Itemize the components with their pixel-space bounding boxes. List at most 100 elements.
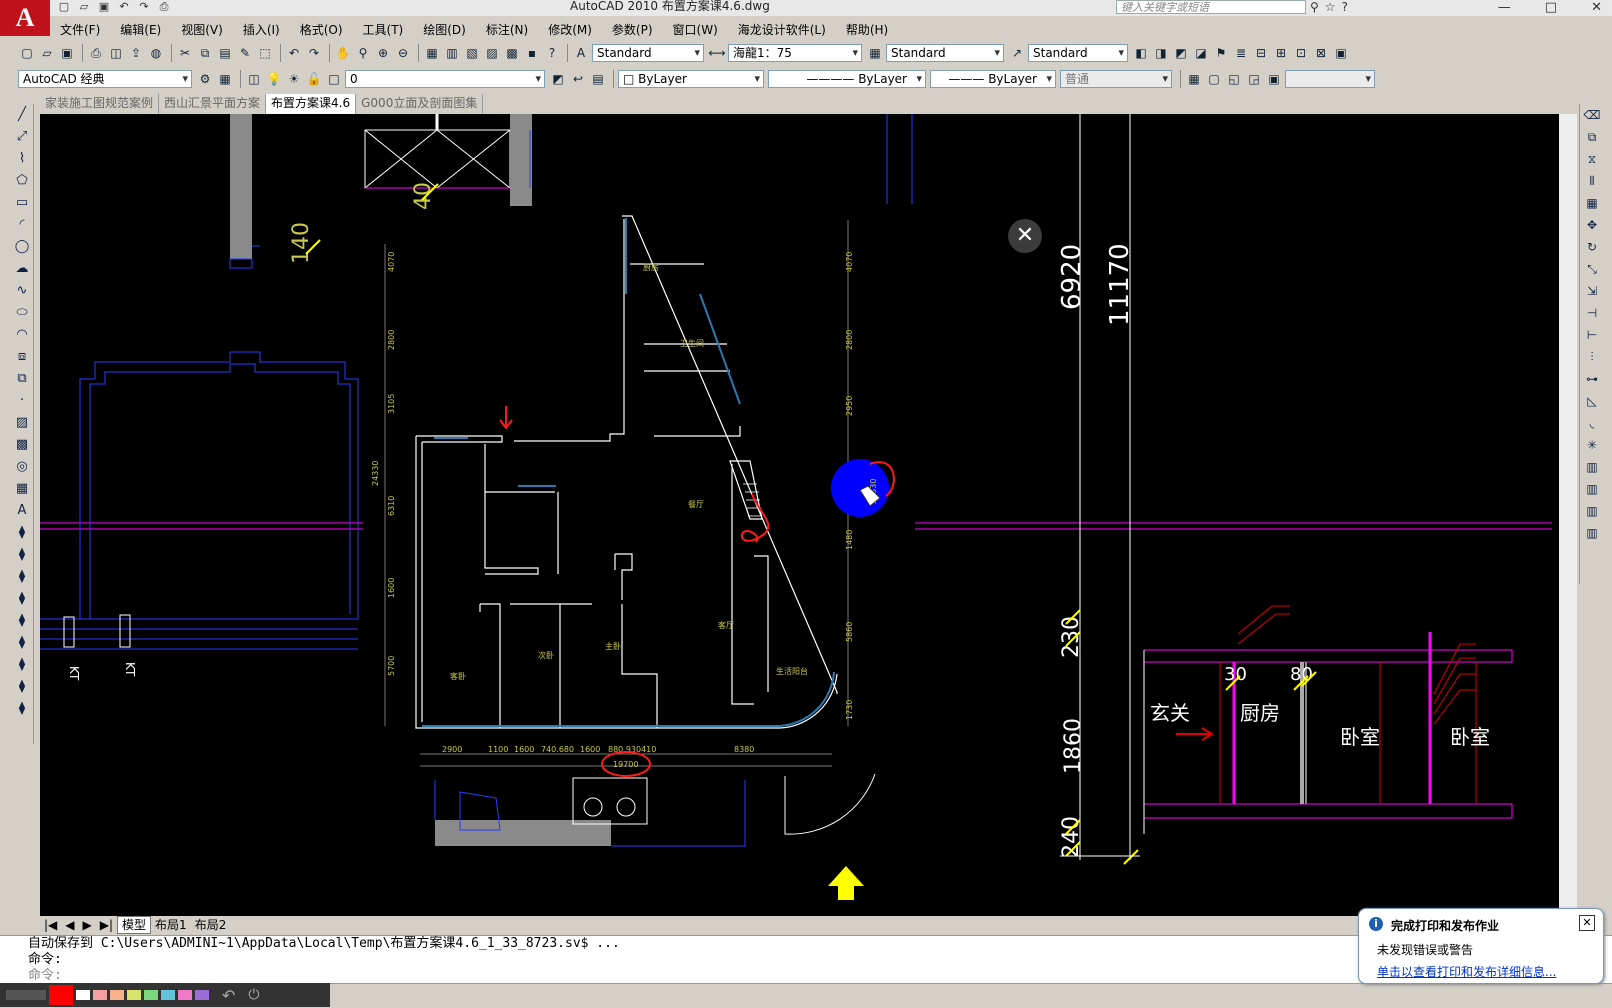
make-block-icon[interactable]: ⧉ (11, 368, 33, 390)
help-icon[interactable]: ? (543, 44, 561, 62)
layer-manager-icon[interactable]: ◫ (245, 70, 263, 88)
match-properties-icon[interactable]: ✎ (236, 44, 254, 62)
color-swatch[interactable] (161, 990, 175, 1000)
table-icon[interactable]: ▦ (11, 478, 33, 500)
menu-hailong[interactable]: 海龙设计软件(L) (728, 20, 836, 40)
insert-block-icon[interactable]: ⧈ (11, 346, 33, 368)
hatch-icon[interactable]: ▨ (11, 412, 33, 434)
table-style-select[interactable]: Standard (886, 44, 1004, 62)
3dprint-icon[interactable]: ◍ (147, 44, 165, 62)
layer-tool-icon[interactable]: ⧫ (11, 610, 33, 632)
notification-close-icon[interactable]: ✕ (1579, 915, 1595, 931)
zoom-window-icon[interactable]: ⊕ (374, 44, 392, 62)
doc-tab-4[interactable]: G000立面及剖面图集 (356, 94, 484, 114)
view-tool-icon[interactable]: ◱ (1225, 70, 1243, 88)
layer-tool-icon[interactable]: ⧫ (11, 544, 33, 566)
trim-icon[interactable]: ⊣ (1580, 302, 1604, 324)
gradient-icon[interactable]: ▩ (11, 434, 33, 456)
move-icon[interactable]: ✥ (1580, 214, 1604, 236)
menu-format[interactable]: 格式(O) (290, 20, 353, 40)
layer-state-icon[interactable]: ▤ (589, 70, 607, 88)
color-select[interactable]: □ ByLayer (618, 70, 764, 88)
mtext-icon[interactable]: A (11, 500, 33, 522)
close-window-icon[interactable]: ✕ (1591, 0, 1602, 15)
layer-tool-icon[interactable]: ▣ (1332, 44, 1350, 62)
color-swatch[interactable] (195, 990, 209, 1000)
layer-tool-icon[interactable]: ⧫ (11, 632, 33, 654)
block-editor-icon[interactable]: ⬚ (256, 44, 274, 62)
layer-tool-icon[interactable]: ⧫ (11, 522, 33, 544)
layer-tool-icon[interactable]: ▥ (1580, 456, 1604, 478)
menu-tools[interactable]: 工具(T) (353, 20, 414, 40)
binoculars-icon[interactable]: ⚲ (1310, 0, 1319, 14)
layer-tool-icon[interactable]: ◩ (1172, 44, 1190, 62)
help-icon[interactable]: ? (1342, 0, 1348, 14)
print-icon[interactable]: ⎙ (156, 0, 172, 14)
workspace-settings-icon[interactable]: ▦ (216, 70, 234, 88)
cut-icon[interactable]: ✂ (176, 44, 194, 62)
undo-icon[interactable]: ↶ (116, 0, 132, 14)
break-icon[interactable]: ⫶ (1580, 346, 1604, 368)
print-icon[interactable]: ⎙ (87, 44, 105, 62)
drawing-canvas[interactable]: KT KT 140 40 厨房 卫生间 餐厅 客厅 生活阳台 客卧 次卧 主卧 … (40, 114, 1559, 916)
save-icon[interactable]: ▣ (58, 44, 76, 62)
layer-tool-icon[interactable]: ⊞ (1272, 44, 1290, 62)
make-current-icon[interactable]: ◩ (549, 70, 567, 88)
text-style-select[interactable]: Standard (592, 44, 704, 62)
layer-tool-icon[interactable]: ▥ (1580, 478, 1604, 500)
rotate-icon[interactable]: ↻ (1580, 236, 1604, 258)
open-icon[interactable]: ▱ (76, 0, 92, 14)
doc-tab-2[interactable]: 西山汇景平面方案 (159, 94, 267, 114)
redo-icon[interactable]: ↷ (305, 44, 323, 62)
tool-palettes-icon[interactable]: ▧ (463, 44, 481, 62)
pan-icon[interactable]: ✋ (334, 44, 352, 62)
color-swatch[interactable] (127, 990, 141, 1000)
line-icon[interactable]: ╱ (11, 104, 33, 126)
menu-insert[interactable]: 插入(I) (233, 20, 290, 40)
rectangle-icon[interactable]: ▭ (11, 192, 33, 214)
design-center-icon[interactable]: ▥ (443, 44, 461, 62)
markup-icon[interactable]: ▩ (503, 44, 521, 62)
open-icon[interactable]: ▱ (38, 44, 56, 62)
view-tool-icon[interactable]: ▦ (1185, 70, 1203, 88)
layer-tool-icon[interactable]: ⧫ (11, 676, 33, 698)
table-style-icon[interactable]: ▦ (866, 44, 884, 62)
construction-line-icon[interactable]: ⤢ (11, 126, 33, 148)
layer-tool-icon[interactable]: ⊠ (1312, 44, 1330, 62)
scale-icon[interactable]: ⤡ (1580, 258, 1604, 280)
maximize-icon[interactable]: □ (1545, 0, 1557, 15)
layer-tool-icon[interactable]: ⧫ (11, 698, 33, 720)
ellipse-icon[interactable]: ⬭ (11, 302, 33, 324)
color-swatch[interactable] (93, 990, 107, 1000)
layer-tool-icon[interactable]: ◨ (1152, 44, 1170, 62)
color-swatch[interactable] (144, 990, 158, 1000)
publish-icon[interactable]: ⇪ (127, 44, 145, 62)
tab-layout1[interactable]: 布局1 (151, 917, 191, 933)
zoom-realtime-icon[interactable]: ⚲ (354, 44, 372, 62)
tab-nav-next[interactable]: ▶ (79, 917, 96, 933)
menu-help[interactable]: 帮助(H) (836, 20, 898, 40)
spline-icon[interactable]: ∿ (11, 280, 33, 302)
autocad-app-button[interactable]: A (0, 0, 50, 36)
menu-dimension[interactable]: 标注(N) (476, 20, 538, 40)
point-icon[interactable]: · (11, 390, 33, 412)
array-icon[interactable]: ▦ (1580, 192, 1604, 214)
tab-model[interactable]: 模型 (117, 915, 152, 934)
layer-tool-icon[interactable]: ⚑ (1212, 44, 1230, 62)
layer-tool-icon[interactable]: ▥ (1580, 500, 1604, 522)
new-icon[interactable]: ▢ (18, 44, 36, 62)
extend-icon[interactable]: ⊢ (1580, 324, 1604, 346)
lineweight-select[interactable]: ——— ByLayer (930, 70, 1056, 88)
color-swatch[interactable] (110, 990, 124, 1000)
menu-draw[interactable]: 绘图(D) (413, 20, 476, 40)
multileader-style-select[interactable]: Standard (1028, 44, 1128, 62)
menu-file[interactable]: 文件(F) (50, 20, 110, 40)
doc-tab-active[interactable]: 布置方案课4.6 (266, 94, 357, 114)
layer-previous-icon[interactable]: ↩ (569, 70, 587, 88)
redo-icon[interactable]: ↷ (136, 0, 152, 14)
tab-layout2[interactable]: 布局2 (191, 917, 231, 933)
offset-icon[interactable]: ⫴ (1580, 170, 1604, 192)
linetype-select[interactable]: ———— ByLayer (768, 70, 926, 88)
color-swatch[interactable] (76, 990, 90, 1000)
search-input[interactable]: 键入关键字或短语 (1116, 0, 1306, 14)
